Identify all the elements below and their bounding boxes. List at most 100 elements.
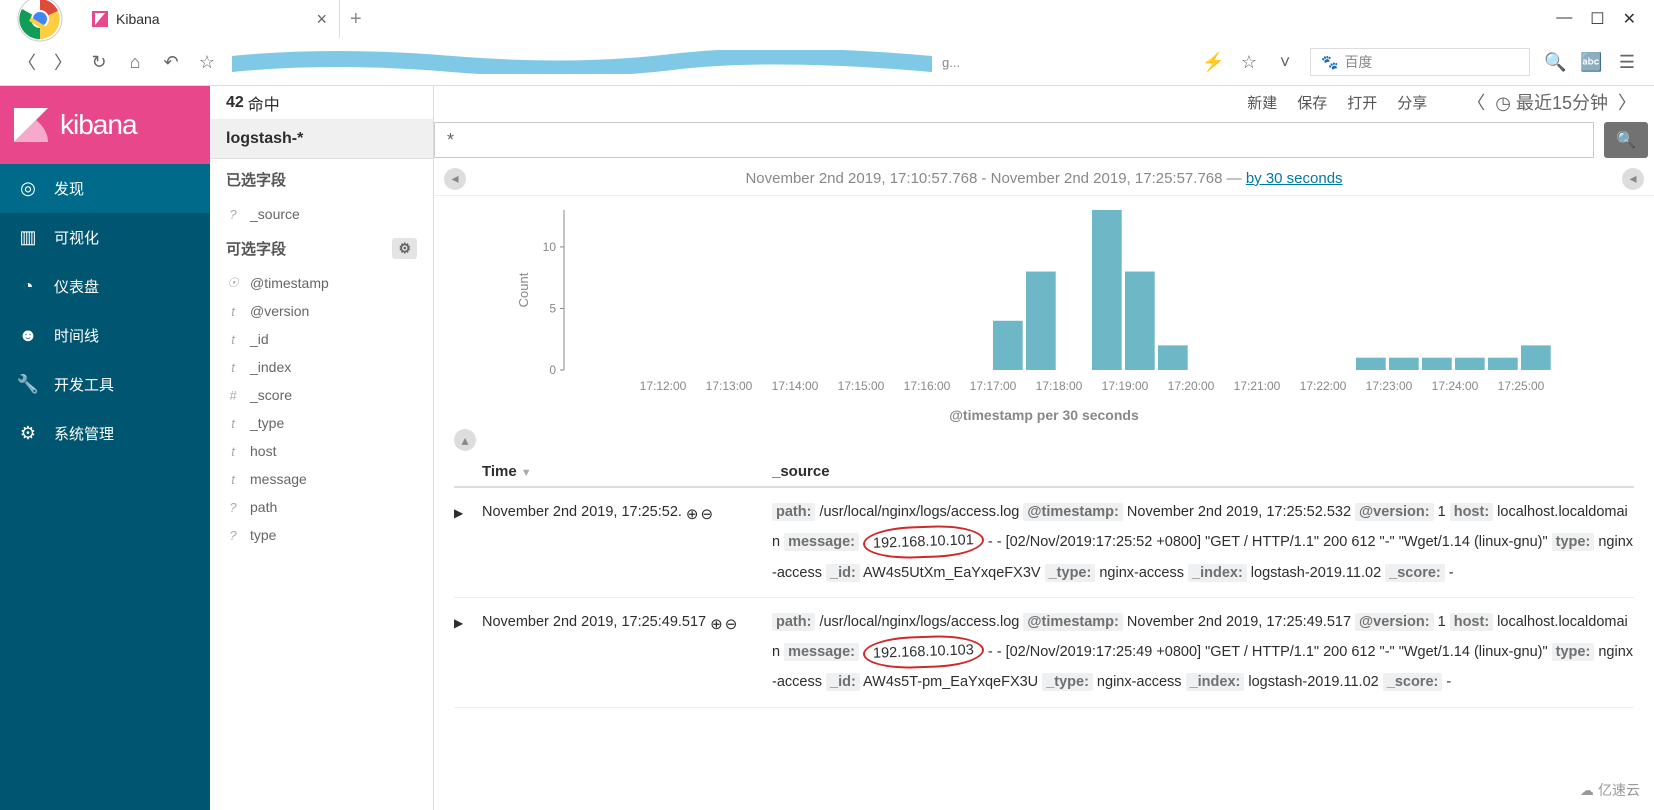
- nav-item-2[interactable]: ◔仪表盘: [0, 262, 210, 311]
- hits-bar: 42 命中: [210, 86, 433, 120]
- collapse-left-icon[interactable]: ◂: [444, 168, 466, 190]
- topbar-link[interactable]: 分享: [1397, 95, 1427, 112]
- field-item[interactable]: tmessage: [210, 465, 433, 493]
- window-maximize-button[interactable]: ☐: [1590, 9, 1604, 29]
- x-axis-label: @timestamp per 30 seconds: [454, 407, 1634, 423]
- expand-row-button[interactable]: ▶: [454, 498, 482, 587]
- star-icon[interactable]: ☆: [1238, 52, 1260, 73]
- field-type-icon: #: [226, 388, 240, 403]
- zoom-out-icon[interactable]: ⊖: [701, 500, 714, 529]
- field-item[interactable]: t_type: [210, 409, 433, 437]
- header-time[interactable]: Time▼: [482, 463, 772, 480]
- nav-item-4[interactable]: 🔧 开发工具: [0, 360, 210, 409]
- nav-label: 仪表盘: [54, 276, 99, 297]
- index-pattern[interactable]: logstash-*: [210, 120, 433, 159]
- brand-name: kibana: [60, 109, 137, 141]
- field-item[interactable]: ?type: [210, 521, 433, 549]
- field-name: message: [250, 471, 307, 487]
- tab-close-icon[interactable]: ×: [316, 9, 327, 30]
- nav-item-1[interactable]: ▥可视化: [0, 213, 210, 262]
- nav-icon: 🔧: [18, 375, 38, 395]
- field-item[interactable]: t _id: [210, 325, 433, 353]
- collapse-right-icon[interactable]: ◂: [1622, 168, 1644, 190]
- search-engine-box[interactable]: 🐾 百度: [1310, 48, 1530, 76]
- time-value: November 2nd 2019, 17:25:52.: [482, 498, 682, 526]
- quick-action-icon[interactable]: ⚡: [1202, 52, 1224, 73]
- menu-icon[interactable]: ☰: [1616, 52, 1638, 73]
- field-type-icon: ?: [226, 528, 240, 543]
- zoom-in-icon[interactable]: ⊕: [710, 610, 723, 639]
- translate-icon[interactable]: 🔤: [1580, 52, 1602, 73]
- field-item[interactable]: #_score: [210, 381, 433, 409]
- cloud-icon: ☁: [1580, 782, 1594, 799]
- expand-row-button[interactable]: ▶: [454, 608, 482, 697]
- field-item[interactable]: ?path: [210, 493, 433, 521]
- nav-back-icon[interactable]: 〈: [16, 49, 38, 75]
- table-row: ▶ November 2nd 2019, 17:25:49.517 ⊕⊖ pat…: [454, 598, 1634, 708]
- top-bar: 新建 保存 打开 分享 〈 ◷ 最近15分钟 〉: [434, 86, 1654, 118]
- source-cell: path: /usr/local/nginx/logs/access.log @…: [772, 498, 1634, 587]
- nav-bookmark-icon[interactable]: ☆: [196, 52, 218, 73]
- table-row: ▶ November 2nd 2019, 17:25:52. ⊕⊖ path: …: [454, 488, 1634, 598]
- svg-text:0: 0: [549, 363, 556, 377]
- field-item[interactable]: t@version: [210, 297, 433, 325]
- doc-table-header: Time▼ _source: [454, 457, 1634, 488]
- window-close-button[interactable]: ✕: [1623, 9, 1636, 29]
- query-input[interactable]: [434, 122, 1594, 158]
- field-item[interactable]: thost: [210, 437, 433, 465]
- address-bar: 〈 〉 ↻ ⌂ ↶ ☆ g... ⚡ ☆ ˅ 🐾 百度 🔍 🔤 ☰: [0, 38, 1654, 86]
- browser-logo: [0, 0, 80, 38]
- time-prev-icon[interactable]: 〈: [1467, 89, 1485, 115]
- highlighted-ip: 192.168.10.101: [863, 524, 985, 560]
- header-source[interactable]: _source: [772, 463, 1634, 480]
- field-panel: 42 命中 logstash-* 已选字段 ?_source 可选字段 ⚙ ☉@…: [210, 86, 434, 810]
- query-submit-button[interactable]: 🔍: [1604, 122, 1648, 158]
- new-tab-button[interactable]: +: [350, 8, 362, 31]
- nav-icon: ⚙: [18, 424, 38, 444]
- field-item[interactable]: t_index: [210, 353, 433, 381]
- nav-home-icon[interactable]: ⌂: [124, 52, 146, 73]
- field-name: _index: [250, 359, 291, 375]
- brand[interactable]: kibana: [0, 86, 210, 164]
- browser-tab[interactable]: Kibana ×: [80, 0, 340, 38]
- svg-text:17:18:00: 17:18:00: [1036, 379, 1083, 393]
- field-name: _source: [250, 206, 300, 222]
- zoom-out-icon[interactable]: ⊖: [725, 610, 738, 639]
- window-minimize-button[interactable]: —: [1556, 9, 1572, 29]
- nav-forward-icon[interactable]: 〉: [52, 49, 74, 75]
- time-range-label[interactable]: ◷ 最近15分钟: [1495, 89, 1608, 115]
- interval-link[interactable]: by 30 seconds: [1246, 170, 1343, 187]
- topbar-link[interactable]: 打开: [1347, 95, 1377, 112]
- hits-label: 命中: [248, 91, 280, 115]
- nav-item-0[interactable]: ◎发现: [0, 164, 210, 213]
- nav-item-5[interactable]: ⚙系统管理: [0, 409, 210, 458]
- nav-label: 时间线: [54, 325, 99, 346]
- chart-title: November 2nd 2019, 17:10:57.768 - Novemb…: [745, 170, 1245, 187]
- nav-reload-icon[interactable]: ↻: [88, 52, 110, 73]
- nav-icon: ▥: [18, 228, 38, 248]
- chevron-down-icon[interactable]: ˅: [1274, 52, 1296, 73]
- time-next-icon[interactable]: 〉: [1618, 89, 1636, 115]
- svg-text:17:12:00: 17:12:00: [640, 379, 687, 393]
- svg-text:17:21:00: 17:21:00: [1234, 379, 1281, 393]
- field-name: host: [250, 443, 276, 459]
- svg-text:17:25:00: 17:25:00: [1498, 379, 1545, 393]
- field-name: _id: [250, 331, 269, 347]
- svg-text:17:13:00: 17:13:00: [706, 379, 753, 393]
- field-item[interactable]: ?_source: [210, 200, 433, 228]
- field-settings-button[interactable]: ⚙: [392, 238, 417, 259]
- field-type-icon: ☉: [226, 275, 240, 291]
- nav-undo-icon[interactable]: ↶: [160, 52, 182, 73]
- field-item[interactable]: ☉@timestamp: [210, 269, 433, 297]
- svg-text:17:20:00: 17:20:00: [1168, 379, 1215, 393]
- nav-label: 开发工具: [54, 374, 114, 395]
- zoom-in-icon[interactable]: ⊕: [686, 500, 699, 529]
- collapse-up-icon[interactable]: ▴: [454, 429, 476, 451]
- url-input[interactable]: g...: [232, 46, 1188, 78]
- field-type-icon: t: [226, 332, 240, 347]
- histogram-chart[interactable]: 0510Count17:12:0017:13:0017:14:0017:15:0…: [434, 196, 1654, 423]
- search-icon[interactable]: 🔍: [1544, 52, 1566, 73]
- topbar-link[interactable]: 保存: [1297, 95, 1327, 112]
- nav-item-3[interactable]: ☻时间线: [0, 311, 210, 360]
- topbar-link[interactable]: 新建: [1247, 95, 1277, 112]
